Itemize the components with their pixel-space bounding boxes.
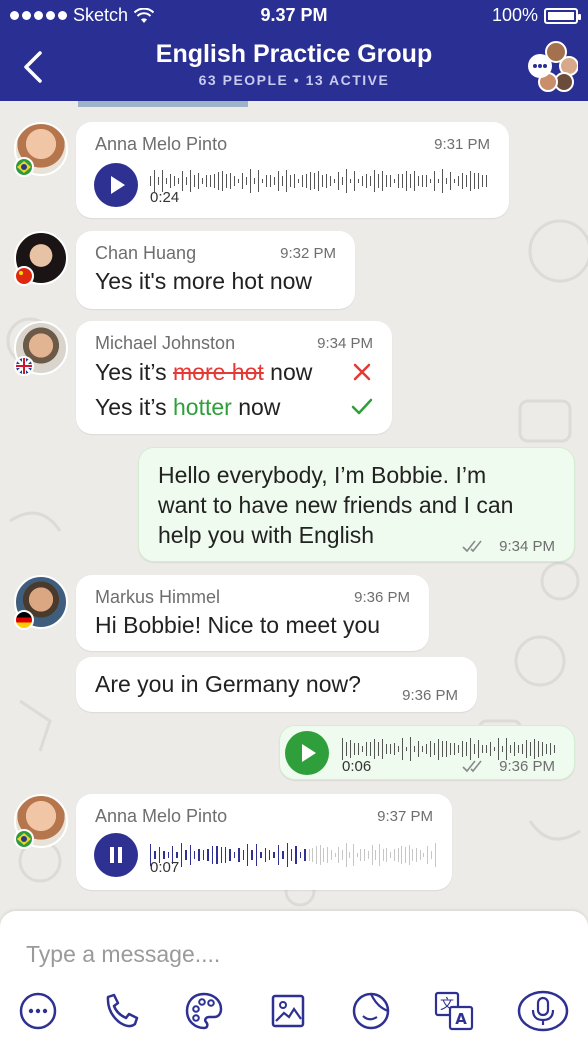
message-composer: 文A [0, 911, 588, 1047]
text-message-bubble[interactable]: Are you in Germany now? 9:36 PM [76, 657, 477, 712]
flag-uk-icon [14, 356, 34, 376]
outgoing-voice-bubble[interactable]: 0:06 9:36 PM [279, 725, 575, 780]
sticker-icon[interactable] [349, 989, 393, 1033]
read-receipt-icon [462, 760, 482, 773]
status-bar: Sketch 9.37 PM 100% [0, 0, 588, 32]
flag-brazil-icon [14, 157, 34, 177]
sentence-prefix: Yes it’s [95, 394, 173, 420]
corrected-phrase: hotter [173, 394, 232, 420]
flag-china-icon [14, 266, 34, 286]
group-title[interactable]: English Practice Group [0, 40, 588, 69]
message-text: Are you in Germany now? [95, 671, 361, 697]
message-time: 9:36 PM [354, 589, 410, 606]
sentence-prefix: Yes it’s [95, 359, 173, 385]
message-text-line-2: want to have new friends and I can [158, 492, 514, 518]
message-time: 9:36 PM [499, 758, 555, 775]
play-button[interactable] [94, 163, 138, 207]
group-subtitle: 63 PEOPLE • 13 ACTIVE [198, 72, 390, 88]
audio-waveform[interactable] [150, 168, 490, 194]
group-avatar-icon[interactable] [526, 40, 578, 92]
voice-duration: 0:24 [150, 189, 180, 206]
text-message-bubble[interactable]: Chan Huang 9:32 PM Yes it's more hot now [76, 231, 355, 309]
audio-waveform[interactable] [150, 842, 436, 868]
message-time: 9:31 PM [434, 136, 490, 153]
chat-header: English Practice Group 63 PEOPLE • 13 AC… [0, 32, 588, 101]
pause-button[interactable] [94, 833, 138, 877]
image-icon[interactable] [266, 989, 310, 1033]
correction-message-bubble[interactable]: Michael Johnston 9:34 PM Yes it’s more h… [76, 321, 392, 434]
corrected-sentence: Yes it’s hotter now [95, 392, 280, 422]
message-input[interactable] [24, 935, 568, 973]
sender-name: Anna Melo Pinto [95, 806, 228, 826]
voice-duration: 0:06 [342, 758, 372, 775]
sender-name: Chan Huang [95, 243, 197, 263]
flag-brazil-icon [14, 829, 34, 849]
phone-icon[interactable] [99, 989, 143, 1033]
message-time: 9:34 PM [317, 335, 373, 352]
battery-percent: 100% [491, 5, 538, 25]
translate-icon[interactable]: 文A [432, 989, 476, 1033]
message-text: Yes it's more hot now [95, 268, 313, 294]
message-time: 9:37 PM [377, 808, 433, 825]
message-text-line-3: help you with English [158, 522, 375, 548]
battery-icon [544, 7, 581, 24]
read-receipt-icon [462, 540, 482, 553]
message-time: 9:36 PM [402, 687, 458, 704]
more-icon[interactable] [16, 989, 60, 1033]
message-list[interactable]: Anna Melo Pinto 9:31 PM 0:24 Chan Huang … [0, 101, 588, 911]
flag-germany-icon [14, 610, 34, 630]
sender-name: Markus Himmel [95, 587, 221, 607]
play-button[interactable] [285, 731, 329, 775]
composer-toolbar: 文A [0, 989, 588, 1033]
battery-info: 100% [491, 5, 581, 26]
palette-icon[interactable] [182, 989, 226, 1033]
outgoing-message-bubble[interactable]: Hello everybody, I’m Bobbie. I’m want to… [138, 447, 575, 562]
voice-message-bubble[interactable]: Anna Melo Pinto 9:31 PM 0:24 [76, 122, 509, 218]
correct-check-icon [351, 398, 373, 415]
sender-name: Michael Johnston [95, 333, 236, 353]
message-time: 9:34 PM [499, 538, 555, 555]
sentence-suffix: now [231, 394, 281, 420]
sender-name: Anna Melo Pinto [95, 134, 228, 154]
voice-message-bubble[interactable]: Anna Melo Pinto 9:37 PM 0:07 [76, 794, 452, 890]
sentence-suffix: now [263, 359, 313, 385]
message-text: Hi Bobbie! Nice to meet you [95, 612, 381, 638]
message-text-line-1: Hello everybody, I’m Bobbie. I’m [158, 462, 487, 488]
voice-duration: 0:07 [150, 859, 180, 876]
incorrect-phrase: more hot [173, 359, 264, 385]
svg-text:A: A [455, 1010, 467, 1028]
incorrect-x-icon [353, 363, 371, 381]
original-sentence: Yes it’s more hot now [95, 357, 312, 387]
text-message-bubble[interactable]: Markus Himmel 9:36 PM Hi Bobbie! Nice to… [76, 575, 429, 651]
microphone-icon[interactable] [517, 989, 569, 1033]
message-time: 9:32 PM [280, 245, 336, 262]
